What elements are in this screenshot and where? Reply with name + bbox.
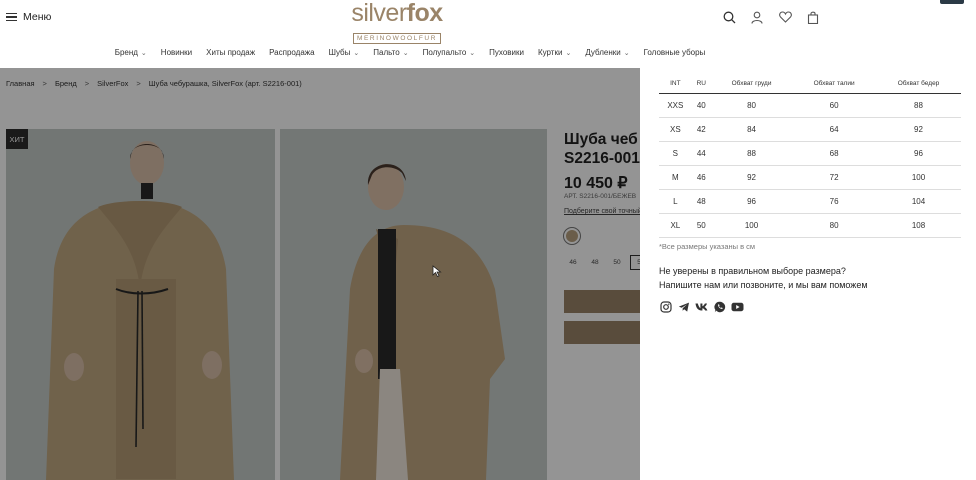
- size-table-cell: 84: [710, 117, 793, 142]
- size-note: *Все размеры указаны в см: [659, 242, 756, 251]
- size-table-row: M 46 92 72 100: [659, 165, 961, 190]
- modal-backdrop[interactable]: [0, 68, 640, 480]
- menu-button[interactable]: Меню: [6, 11, 51, 23]
- corner-tab[interactable]: [940, 0, 964, 4]
- chevron-down-icon: ⌄: [623, 49, 630, 57]
- size-table-cell: 48: [691, 189, 711, 214]
- size-chart-panel: INT RU Обхват груди Обхват талии Обхват беде…: [640, 68, 976, 480]
- size-table-cell: 100: [876, 165, 961, 190]
- brand-logo[interactable]: silverfox MERINOWOOLFUR: [348, 0, 446, 45]
- size-table-cell: XXS: [659, 93, 692, 118]
- bag-icon[interactable]: [806, 10, 820, 24]
- size-table-cell: 60: [792, 93, 877, 118]
- chevron-down-icon: ⌄: [353, 49, 360, 57]
- size-table-header: Обхват бедер: [876, 74, 961, 94]
- size-table-cell: 108: [876, 213, 961, 238]
- nav-item[interactable]: Хиты продаж: [206, 48, 255, 57]
- nav-item-label: Куртки: [537, 48, 563, 57]
- size-table-row: L 48 96 76 104: [659, 189, 961, 214]
- page: Меню silverfox MERINOWOOLFUR Бренд ⌄ Новин…: [0, 0, 976, 480]
- size-table-cell: 64: [792, 117, 877, 142]
- size-table-cell: 44: [691, 141, 711, 166]
- nav-item-label: Новинки: [160, 48, 193, 57]
- main-nav: Бренд ⌄ Новинки Хиты продаж Распродажа Шубы ⌄ П…: [0, 48, 820, 57]
- youtube-icon[interactable]: [731, 300, 744, 313]
- size-table-header: INT: [659, 74, 692, 94]
- nav-item[interactable]: Новинки: [161, 48, 192, 57]
- chevron-down-icon: ⌄: [469, 49, 476, 57]
- nav-item[interactable]: Пуховики: [489, 48, 524, 57]
- nav-item-label: Хиты продаж: [206, 48, 256, 57]
- search-icon[interactable]: [722, 10, 736, 24]
- logo-subtitle: MERINOWOOLFUR: [352, 33, 442, 44]
- size-table-cell: 76: [792, 189, 877, 214]
- size-help-text: Не уверены в правильном выборе размера? …: [659, 264, 868, 292]
- logo-text-bold: fox: [406, 0, 444, 27]
- chevron-down-icon: ⌄: [140, 49, 147, 57]
- size-table-cell: 42: [691, 117, 711, 142]
- nav-item-label: Дубленки: [585, 48, 621, 57]
- nav-item-label: Пуховики: [489, 48, 524, 57]
- size-table-header: Обхват талии: [792, 74, 877, 94]
- nav-item[interactable]: Полупальто ⌄: [423, 48, 476, 57]
- size-table-cell: XS: [659, 117, 692, 142]
- help-line-1: Не уверены в правильном выборе размера?: [659, 266, 846, 276]
- logo-text-light: silver: [351, 0, 407, 27]
- size-table-cell: 40: [691, 93, 711, 118]
- chevron-down-icon: ⌄: [565, 49, 572, 57]
- instagram-icon[interactable]: [659, 300, 672, 313]
- size-table-cell: 96: [876, 141, 961, 166]
- nav-item-label: Распродажа: [269, 48, 315, 57]
- size-table-cell: 50: [691, 213, 711, 238]
- size-table-row: S 44 88 68 96: [659, 141, 961, 166]
- user-icon[interactable]: [750, 10, 764, 24]
- size-table-row: XXS 40 80 60 88: [659, 93, 961, 118]
- telegram-icon[interactable]: [677, 300, 690, 313]
- size-table-cell: 96: [710, 189, 793, 214]
- size-table-row: XS 42 84 64 92: [659, 117, 961, 142]
- size-table-cell: 88: [710, 141, 793, 166]
- size-table-cell: 92: [710, 165, 793, 190]
- size-table-cell: 92: [876, 117, 961, 142]
- size-table-header: Обхват груди: [710, 74, 793, 94]
- nav-item[interactable]: Куртки ⌄: [538, 48, 571, 57]
- nav-item-label: Пальто: [373, 48, 400, 57]
- nav-item[interactable]: Пальто ⌄: [373, 48, 408, 57]
- size-table-cell: 100: [710, 213, 793, 238]
- nav-item[interactable]: Головные уборы: [644, 48, 706, 57]
- site-header: Меню silverfox MERINOWOOLFUR Бренд ⌄ Новин…: [0, 0, 976, 68]
- size-table-cell: 72: [792, 165, 877, 190]
- heart-icon[interactable]: [778, 10, 792, 24]
- size-table-cell: XL: [659, 213, 692, 238]
- size-table-row: XL 50 100 80 108: [659, 213, 961, 238]
- menu-label: Меню: [23, 11, 52, 23]
- hamburger-icon: [6, 12, 17, 22]
- nav-item-label: Головные уборы: [643, 48, 706, 57]
- nav-item-label: Шубы: [328, 48, 351, 57]
- header-icons: [722, 10, 820, 24]
- social-links: [659, 300, 744, 313]
- size-table-header: RU: [691, 74, 711, 94]
- nav-item[interactable]: Бренд ⌄: [115, 48, 147, 57]
- nav-item[interactable]: Шубы ⌄: [329, 48, 360, 57]
- vk-icon[interactable]: [695, 300, 708, 313]
- nav-item[interactable]: Дубленки ⌄: [585, 48, 629, 57]
- chevron-down-icon: ⌄: [402, 49, 409, 57]
- size-table-cell: 88: [876, 93, 961, 118]
- help-line-2: Напишите нам или позвоните, и мы вам пом…: [659, 280, 868, 290]
- size-table-cell: 46: [691, 165, 711, 190]
- mouse-cursor-icon: [432, 264, 442, 278]
- size-table-cell: S: [659, 141, 692, 166]
- nav-item[interactable]: Распродажа: [269, 48, 315, 57]
- size-table-cell: M: [659, 165, 692, 190]
- whatsapp-icon[interactable]: [713, 300, 726, 313]
- size-table-cell: 104: [876, 189, 961, 214]
- nav-item-label: Полупальто: [422, 48, 467, 57]
- size-table-cell: 68: [792, 141, 877, 166]
- nav-item-label: Бренд: [114, 48, 138, 57]
- size-table-cell: 80: [792, 213, 877, 238]
- size-chart-table: INT RU Обхват груди Обхват талии Обхват беде…: [659, 74, 961, 238]
- size-table-cell: L: [659, 189, 692, 214]
- size-table-cell: 80: [710, 93, 793, 118]
